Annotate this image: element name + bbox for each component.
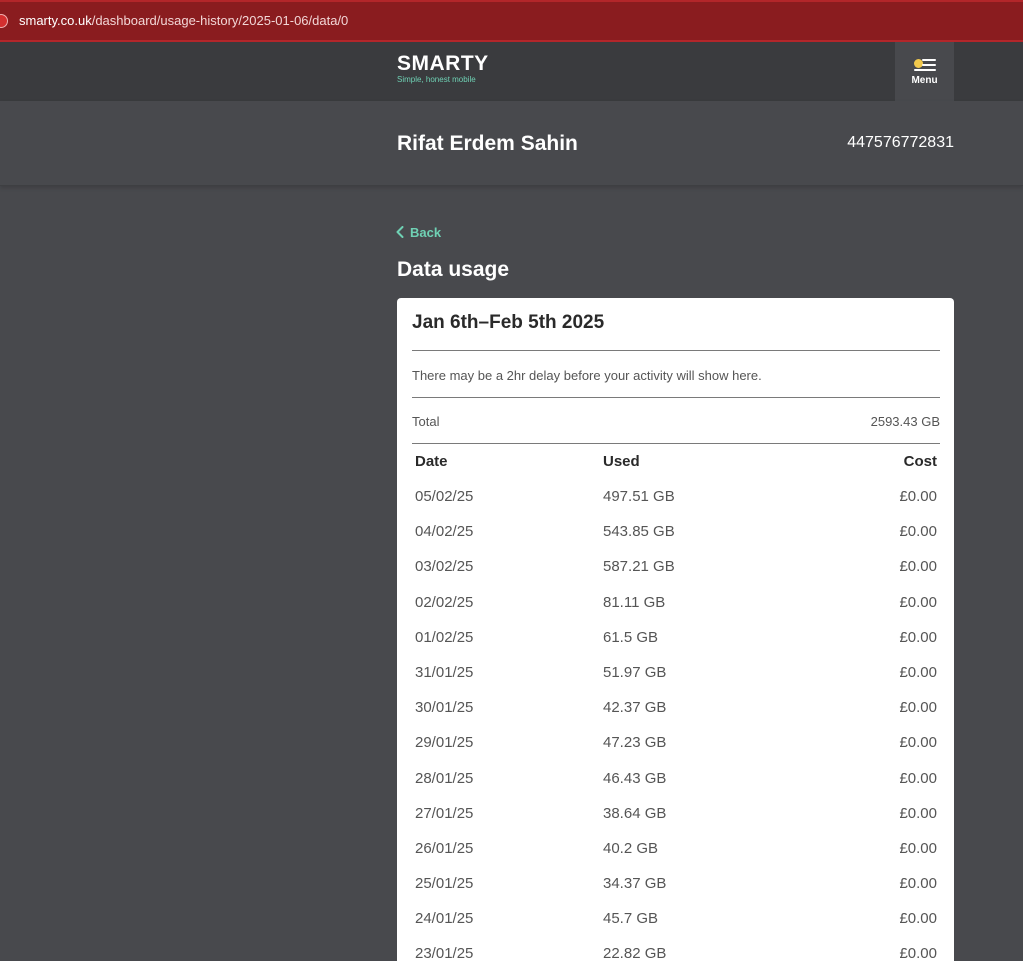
table-row: 27/01/25 38.64 GB £0.00 bbox=[415, 805, 937, 840]
cell-cost: £0.00 bbox=[899, 523, 937, 541]
cell-cost: £0.00 bbox=[899, 875, 937, 893]
table-row: 29/01/25 47.23 GB £0.00 bbox=[415, 734, 937, 769]
header-cost: Cost bbox=[903, 453, 937, 470]
usage-period-title: Jan 6th–Feb 5th 2025 bbox=[412, 312, 605, 333]
cell-used: 22.82 GB bbox=[603, 945, 667, 961]
cell-date: 29/01/25 bbox=[415, 734, 474, 752]
cell-date: 02/02/25 bbox=[415, 593, 474, 611]
cell-date: 24/01/25 bbox=[415, 910, 474, 928]
cell-cost: £0.00 bbox=[899, 663, 937, 681]
cell-date: 23/01/25 bbox=[415, 945, 474, 961]
cell-date: 31/01/25 bbox=[415, 663, 474, 681]
cell-used: 38.64 GB bbox=[603, 804, 667, 822]
table-row: 26/01/25 40.2 GB £0.00 bbox=[415, 840, 937, 875]
usage-table: Date Used Cost 05/02/25 497.51 GB £0.00 04/… bbox=[415, 453, 937, 961]
cell-date: 03/02/25 bbox=[415, 558, 474, 576]
account-name: Rifat Erdem Sahin bbox=[397, 132, 578, 155]
total-label: Total bbox=[412, 414, 440, 429]
account-header: Rifat Erdem Sahin 447576772831 bbox=[0, 101, 1023, 186]
cell-used: 61.5 GB bbox=[603, 628, 659, 646]
cell-cost: £0.00 bbox=[899, 734, 937, 752]
cell-used: 45.7 GB bbox=[603, 910, 659, 928]
back-link[interactable]: Back bbox=[396, 225, 441, 240]
table-row: 04/02/25 543.85 GB £0.00 bbox=[415, 523, 937, 558]
browser-url-bar[interactable]: smarty.co.uk/dashboard/usage-history/202… bbox=[0, 0, 1023, 42]
table-row: 24/01/25 45.7 GB £0.00 bbox=[415, 910, 937, 945]
table-row: 25/01/25 34.37 GB £0.00 bbox=[415, 875, 937, 910]
cell-date: 27/01/25 bbox=[415, 804, 474, 822]
menu-button[interactable]: Menu bbox=[895, 42, 954, 101]
table-header: Date Used Cost bbox=[415, 453, 937, 473]
total-value: 2593.43 GB bbox=[870, 414, 940, 429]
cell-cost: £0.00 bbox=[899, 910, 937, 928]
table-row: 01/02/25 61.5 GB £0.00 bbox=[415, 629, 937, 664]
cell-date: 05/02/25 bbox=[415, 488, 474, 505]
url-host: smarty.co.uk bbox=[19, 13, 92, 28]
account-number: 447576772831 bbox=[847, 134, 954, 151]
cell-cost: £0.00 bbox=[899, 804, 937, 822]
cell-cost: £0.00 bbox=[899, 945, 937, 961]
menu-label: Menu bbox=[911, 75, 938, 86]
cell-cost: £0.00 bbox=[899, 839, 937, 857]
smarty-logo[interactable]: SMARTY Simple, honest mobile bbox=[397, 53, 489, 85]
table-row: 02/02/25 81.11 GB £0.00 bbox=[415, 594, 937, 629]
page-title: Data usage bbox=[397, 258, 510, 281]
cell-date: 28/01/25 bbox=[415, 769, 474, 787]
site-settings-icon[interactable] bbox=[0, 14, 8, 28]
cell-date: 26/01/25 bbox=[415, 839, 474, 857]
cell-date: 04/02/25 bbox=[415, 523, 474, 541]
table-body: 05/02/25 497.51 GB £0.00 04/02/25 543.85 GB £… bbox=[415, 488, 937, 961]
cell-cost: £0.00 bbox=[899, 628, 937, 646]
divider bbox=[412, 443, 940, 444]
cell-used: 51.97 GB bbox=[603, 663, 667, 681]
logo-tagline: Simple, honest mobile bbox=[397, 75, 476, 84]
table-row: 23/01/25 22.82 GB £0.00 bbox=[415, 945, 937, 961]
table-row: 05/02/25 497.51 GB £0.00 bbox=[415, 488, 937, 523]
cell-cost: £0.00 bbox=[899, 558, 937, 576]
cell-used: 497.51 GB bbox=[603, 488, 675, 505]
table-row: 28/01/25 46.43 GB £0.00 bbox=[415, 770, 937, 805]
cell-used: 34.37 GB bbox=[603, 875, 667, 893]
cell-used: 543.85 GB bbox=[603, 523, 675, 541]
cell-used: 81.11 GB bbox=[603, 593, 666, 611]
divider bbox=[412, 397, 940, 398]
header-date: Date bbox=[415, 453, 448, 470]
cell-used: 40.2 GB bbox=[603, 839, 659, 857]
cell-date: 01/02/25 bbox=[415, 628, 474, 646]
url-path: /dashboard/usage-history/2025-01-06/data… bbox=[91, 13, 349, 28]
cell-cost: £0.00 bbox=[899, 488, 937, 505]
cell-date: 30/01/25 bbox=[415, 699, 474, 717]
usage-card: Jan 6th–Feb 5th 2025 There may be a 2hr … bbox=[397, 298, 954, 961]
table-row: 03/02/25 587.21 GB £0.00 bbox=[415, 558, 937, 593]
cell-used: 587.21 GB bbox=[603, 558, 675, 576]
table-row: 31/01/25 51.97 GB £0.00 bbox=[415, 664, 937, 699]
cell-cost: £0.00 bbox=[899, 769, 937, 787]
logo-wordmark: SMARTY bbox=[397, 52, 489, 75]
top-navigation: SMARTY Simple, honest mobile Menu bbox=[0, 42, 1023, 101]
cell-used: 47.23 GB bbox=[603, 734, 667, 752]
menu-icon bbox=[909, 57, 941, 73]
divider bbox=[412, 350, 940, 351]
cell-cost: £0.00 bbox=[899, 593, 937, 611]
header-used: Used bbox=[603, 453, 640, 470]
back-label: Back bbox=[410, 225, 442, 240]
cell-date: 25/01/25 bbox=[415, 875, 474, 893]
url-text[interactable]: smarty.co.uk/dashboard/usage-history/202… bbox=[19, 13, 348, 28]
chevron-left-icon bbox=[396, 225, 404, 240]
table-row: 30/01/25 42.37 GB £0.00 bbox=[415, 699, 937, 734]
cell-used: 46.43 GB bbox=[603, 769, 667, 787]
cell-used: 42.37 GB bbox=[603, 699, 667, 717]
cell-cost: £0.00 bbox=[899, 699, 937, 717]
delay-notice: There may be a 2hr delay before your act… bbox=[412, 368, 762, 383]
